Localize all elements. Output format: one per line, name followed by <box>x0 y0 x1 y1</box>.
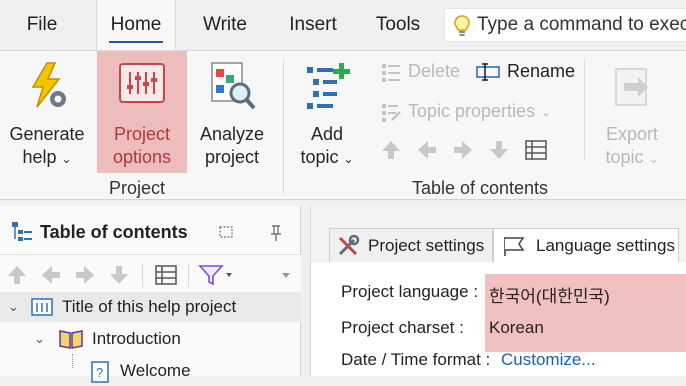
project-language-label: Project language : <box>341 282 479 301</box>
lightning-gear-icon <box>31 62 66 108</box>
float-window-icon[interactable] <box>218 224 234 240</box>
tab-language-settings-label: Language settings <box>536 236 675 255</box>
project-charset-label: Project charset : <box>341 318 464 337</box>
toc-pane: Table of contents ⌄ Title of this help p… <box>0 206 301 383</box>
toc-pane-title: Table of contents <box>40 222 188 242</box>
export-icon <box>615 68 648 106</box>
lightbulb-icon <box>454 15 470 36</box>
add-topic-icon <box>307 63 350 109</box>
arrow-left-icon[interactable] <box>40 264 62 286</box>
generate-help-button[interactable]: Generate help ⌄ <box>6 61 88 177</box>
book-icon <box>59 330 83 349</box>
rename-button[interactable]: Rename <box>475 61 575 82</box>
tree-item-label: Introduction <box>92 329 181 348</box>
toc-tree-icon <box>12 222 32 241</box>
analyze-magnifier-icon <box>211 62 256 110</box>
delete-label: Delete <box>408 61 461 81</box>
menu-bar: File Home Write Insert Tools Type a comm… <box>0 0 686 50</box>
arrow-right-icon[interactable] <box>74 264 96 286</box>
export-topic-label-1: Export <box>605 124 659 144</box>
command-search-box[interactable]: Type a command to exec <box>444 8 686 42</box>
menu-tab-tools[interactable]: Tools <box>368 0 428 50</box>
pin-icon[interactable] <box>268 224 284 242</box>
project-charset-select[interactable]: Korean <box>485 308 686 352</box>
tree-row-root[interactable]: ⌄ Title of this help project <box>0 292 301 322</box>
analyze-project-button[interactable]: Analyze project <box>192 61 272 177</box>
toolbar-separator <box>188 263 189 287</box>
project-options-label-2: options <box>112 147 172 167</box>
delete-button[interactable]: Delete <box>380 61 460 82</box>
table-list-icon[interactable] <box>154 264 178 286</box>
project-charset-value: Korean <box>489 318 544 337</box>
tab-project-settings-label: Project settings <box>368 236 485 255</box>
topic-properties-icon <box>382 103 401 122</box>
ribbon: Generate help ⌄ Project options Analyze <box>0 50 686 200</box>
add-topic-label-2: topic <box>300 147 339 167</box>
chevron-down-icon: ⌄ <box>648 152 659 166</box>
tree-expand-icon[interactable]: ⌄ <box>34 324 45 354</box>
tree-item-label: Welcome <box>120 361 191 380</box>
project-language-select[interactable]: 한국어(대한민국) <box>485 274 686 308</box>
wrench-screwdriver-icon <box>338 234 360 256</box>
settings-tabstrip: Project settings Language settings <box>311 206 686 262</box>
tree-item-label: Title of this help project <box>62 297 237 316</box>
generate-help-label-1: Generate <box>9 124 85 144</box>
project-root-icon <box>31 298 53 316</box>
rename-label: Rename <box>507 61 576 81</box>
delete-list-icon <box>382 63 400 82</box>
filter-icon[interactable] <box>198 263 234 287</box>
ribbon-separator <box>584 59 585 159</box>
project-options-label-1: Project <box>113 124 171 144</box>
arrow-down-icon[interactable] <box>488 139 510 161</box>
chevron-down-icon: ⌄ <box>541 104 552 119</box>
add-topic-label-1: Add <box>310 124 344 144</box>
menu-tab-write[interactable]: Write <box>192 0 258 50</box>
arrow-right-icon[interactable] <box>452 139 474 161</box>
chevron-down-icon[interactable] <box>280 270 292 280</box>
ribbon-separator <box>283 59 284 195</box>
project-group-label: Project <box>108 178 166 198</box>
chevron-down-icon: ⌄ <box>61 152 72 166</box>
arrow-down-icon[interactable] <box>108 264 130 286</box>
tab-language-settings[interactable]: Language settings <box>493 228 679 262</box>
chevron-down-icon: ⌄ <box>343 152 354 166</box>
export-topic-label-2: topic <box>605 147 644 167</box>
project-options-button[interactable]: Project options <box>97 51 187 173</box>
analyze-project-label-1: Analyze <box>199 124 265 144</box>
toc-group-label: Table of contents <box>411 178 549 198</box>
customize-link[interactable]: Customize... <box>501 350 595 370</box>
arrow-left-icon[interactable] <box>416 139 438 161</box>
settings-pane: Project settings Language settings Proje… <box>310 206 686 376</box>
command-search-placeholder: Type a command to exec <box>477 14 686 35</box>
svg-text:?: ? <box>96 365 103 380</box>
menu-tab-home[interactable]: Home <box>96 0 176 50</box>
tree-line <box>72 354 73 368</box>
toc-arrow-toolbar <box>380 139 548 161</box>
arrow-up-icon[interactable] <box>6 264 28 286</box>
topic-page-icon: ? <box>91 361 109 383</box>
menu-tab-file[interactable]: File <box>14 0 70 50</box>
datetime-format-label: Date / Time format : <box>341 350 491 369</box>
arrow-up-icon[interactable] <box>380 139 402 161</box>
topic-properties-button[interactable]: Topic properties ⌄ <box>380 101 551 122</box>
toolbar-separator <box>142 263 143 287</box>
tree-expand-icon[interactable]: ⌄ <box>8 292 19 322</box>
project-language-value: 한국어(대한민국) <box>489 287 610 306</box>
add-topic-button[interactable]: Add topic ⌄ <box>292 61 362 177</box>
generate-help-label-2: help <box>22 147 57 167</box>
sliders-icon <box>119 63 165 103</box>
export-topic-button[interactable]: Export topic ⌄ <box>596 61 668 177</box>
flag-icon <box>504 237 525 256</box>
toc-toolbar <box>0 254 301 294</box>
menu-tab-insert[interactable]: Insert <box>280 0 346 50</box>
table-list-icon[interactable] <box>524 139 548 161</box>
rename-icon <box>476 62 500 81</box>
tab-project-settings[interactable]: Project settings <box>329 228 493 262</box>
analyze-project-label-2: project <box>204 147 260 167</box>
topic-properties-label: Topic properties <box>408 101 536 121</box>
